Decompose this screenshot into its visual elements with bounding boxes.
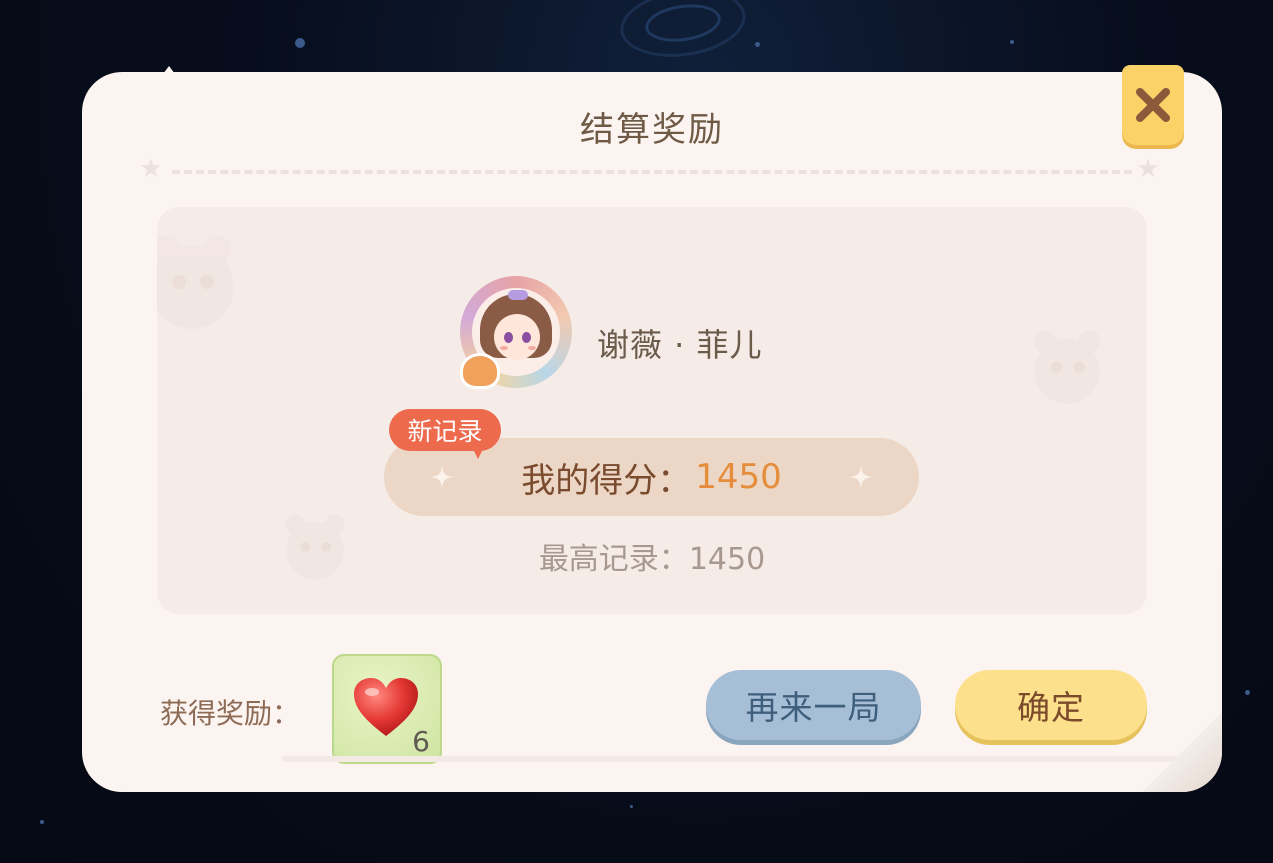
reward-count: 6 xyxy=(412,725,430,758)
page-curl xyxy=(1142,712,1222,792)
confirm-button[interactable]: 确定 xyxy=(955,670,1147,740)
best-label: 最高记录： xyxy=(538,542,689,577)
best-record: 最高记录：1450 xyxy=(157,534,1147,578)
player-name: 谢薇 · 菲儿 xyxy=(597,326,763,364)
hamster-decoration-icon xyxy=(157,235,234,329)
title-divider xyxy=(172,170,1132,174)
result-dialog: 结算奖励 ★ ★ 谢薇 · 菲儿 我的得分： 1450 新记录 最高记录：145… xyxy=(82,72,1222,792)
bg-star xyxy=(1245,690,1250,695)
play-again-button[interactable]: 再来一局 xyxy=(706,670,921,740)
star-icon: ★ xyxy=(139,154,163,184)
best-value: 1450 xyxy=(688,542,766,577)
page-curl-shadow xyxy=(282,756,1182,762)
star-icon: ★ xyxy=(1136,154,1160,184)
bg-star xyxy=(40,820,44,824)
hamster-decoration-icon xyxy=(1033,330,1101,404)
score-value: 1450 xyxy=(695,457,782,497)
score-panel: 谢薇 · 菲儿 我的得分： 1450 新记录 最高记录：1450 xyxy=(157,207,1147,614)
heart-icon xyxy=(354,678,418,736)
close-icon xyxy=(1136,88,1170,122)
close-button[interactable] xyxy=(1122,65,1184,145)
bg-star xyxy=(295,38,305,48)
score-label: 我的得分： xyxy=(521,460,692,501)
sparkle-icon xyxy=(849,465,873,489)
sparkle-icon xyxy=(430,465,454,489)
bg-star xyxy=(630,805,633,808)
reward-label: 获得奖励： xyxy=(160,697,301,730)
bg-star xyxy=(1010,40,1014,44)
reward-item[interactable]: 6 xyxy=(332,654,442,764)
dialog-title: 结算奖励 xyxy=(580,110,724,150)
bg-star xyxy=(755,42,760,47)
new-record-badge: 新记录 xyxy=(389,409,501,451)
pet-badge-icon xyxy=(460,353,500,389)
